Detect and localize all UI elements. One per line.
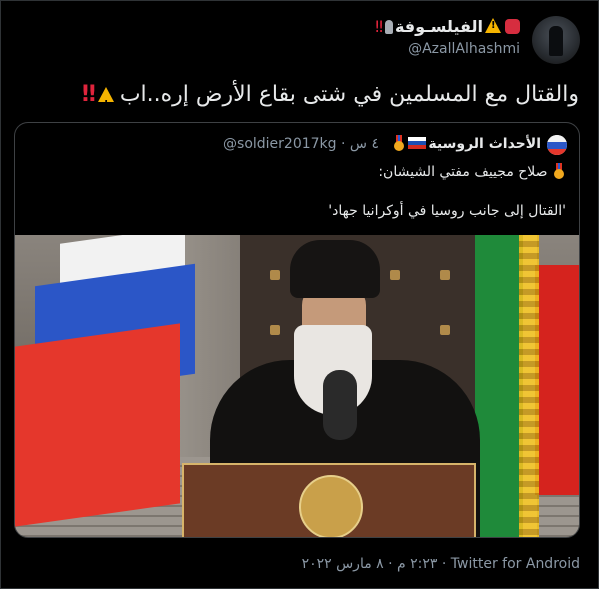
tweet-text: والقتال مع المسلمين في شتى بقاع الأرض إر… xyxy=(82,79,579,121)
quoted-avatar[interactable] xyxy=(547,135,567,155)
quoted-author-name[interactable]: الأحداث الروسية xyxy=(392,135,541,152)
tweet-timestamp-source[interactable]: ٢:٢٣ م · ٨ مارس ٢٠٢٢ · Twitter for Andro… xyxy=(302,556,580,572)
quoted-line-2: 'القتال إلى جانب روسيا في أوكرانيا جهاد' xyxy=(328,203,566,219)
quoted-tweet[interactable]: الأحداث الروسية @soldier2017kg · ٤ س صلا… xyxy=(14,122,580,538)
profile-avatar[interactable] xyxy=(532,16,580,64)
quoted-meta: @soldier2017kg · ٤ س xyxy=(223,136,379,152)
author-handle[interactable]: @AzallAlhashmi xyxy=(408,41,520,57)
author-name-row[interactable]: الفيلسـوفة ‼ xyxy=(375,17,522,36)
warning-icon xyxy=(97,87,114,121)
author-display-name: الفيلسـوفة xyxy=(394,17,483,36)
tweet-body: والقتال مع المسلمين في شتى بقاع الأرض إر… xyxy=(119,82,579,107)
double-exclamation-icon: ‼ xyxy=(82,82,96,107)
quoted-display-name: الأحداث الروسية xyxy=(428,136,541,152)
double-exclamation-icon: ‼ xyxy=(375,17,383,36)
meta-separator: · xyxy=(341,136,346,152)
russia-flag-icon xyxy=(408,137,427,149)
quoted-time[interactable]: ٤ س xyxy=(350,136,379,152)
quoted-line-1: صلاح مجييف مفتي الشيشان: xyxy=(378,163,566,180)
tweet-card: الفيلسـوفة ‼ @AzallAlhashmi والقتال مع ال… xyxy=(0,0,599,589)
chess-pawn-icon xyxy=(384,20,393,34)
quoted-line-1-text: صلاح مجييف مفتي الشيشان: xyxy=(378,164,548,180)
quoted-handle[interactable]: @soldier2017kg xyxy=(223,136,337,152)
medal-icon xyxy=(394,135,405,151)
medal-icon xyxy=(554,163,564,179)
quoted-photo[interactable] xyxy=(15,235,579,537)
warning-icon xyxy=(485,18,501,33)
stop-sign-icon xyxy=(505,19,520,34)
